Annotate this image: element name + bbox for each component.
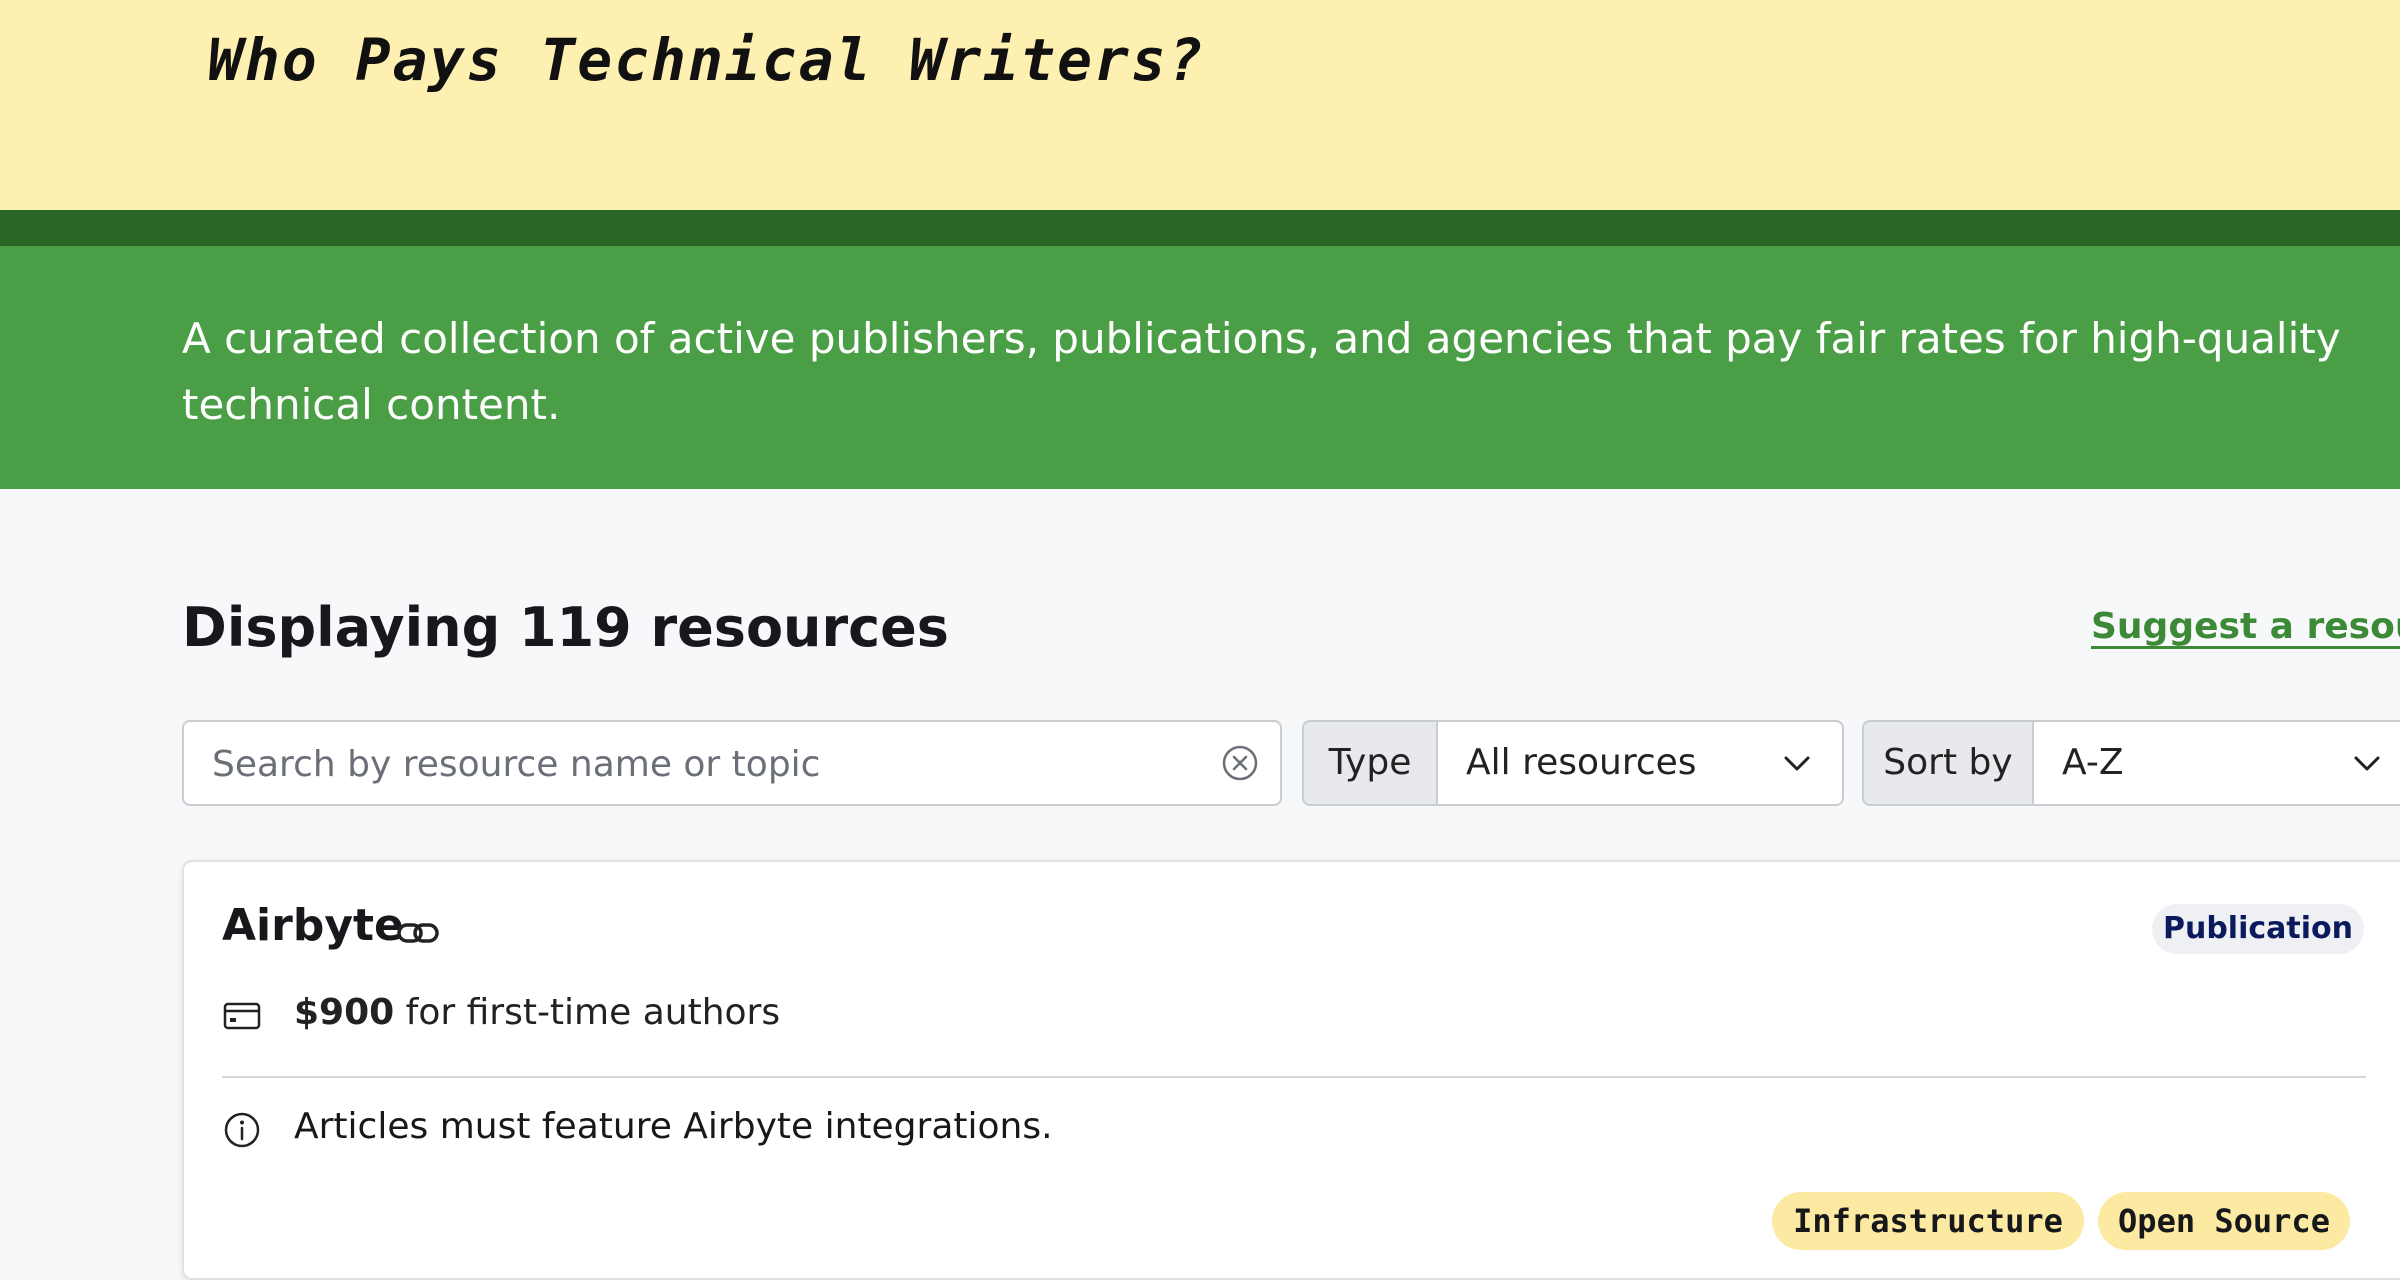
resource-note: Articles must feature Airbyte integratio… [294,1106,1053,1147]
topic-tag[interactable]: Infrastructure [1772,1192,2084,1250]
pay-amount: $900 [294,992,395,1033]
resource-type-badge: Publication [2152,904,2364,954]
sort-filter-label: Sort by [1864,722,2034,804]
info-icon [224,1112,260,1148]
card-divider [222,1076,2366,1078]
link-icon[interactable] [396,916,440,950]
search-input[interactable] [210,722,1174,806]
credit-card-icon [223,1002,261,1030]
resource-name: Airbyte [222,900,404,951]
site-title: Who Pays Technical Writers? [208,26,1205,94]
pay-note: for first-time authors [394,992,781,1033]
search-box [182,720,1282,806]
topic-tag[interactable]: Open Source [2098,1192,2350,1250]
resource-card: Airbyte Publication $900 for first-time … [182,860,2400,1280]
type-filter-select[interactable]: All resources [1466,722,1697,804]
header-divider-stripe [0,210,2400,246]
sort-filter-select[interactable]: A-Z [2062,722,2124,804]
hero-banner: Who Pays Technical Writers? [0,0,2400,210]
chevron-down-icon[interactable] [2352,750,2382,776]
type-filter: Type All resources [1302,720,1844,806]
sort-filter: Sort by A-Z [1862,720,2400,806]
chevron-down-icon[interactable] [1782,750,1812,776]
site-tagline: A curated collection of active publisher… [182,314,2341,429]
results-count-heading: Displaying 119 resources [182,596,949,659]
pay-rate: $900 for first-time authors [294,992,780,1033]
clear-search-icon[interactable] [1220,743,1260,783]
type-filter-label: Type [1304,722,1438,804]
suggest-resource-link[interactable]: Suggest a resource [2091,606,2400,647]
